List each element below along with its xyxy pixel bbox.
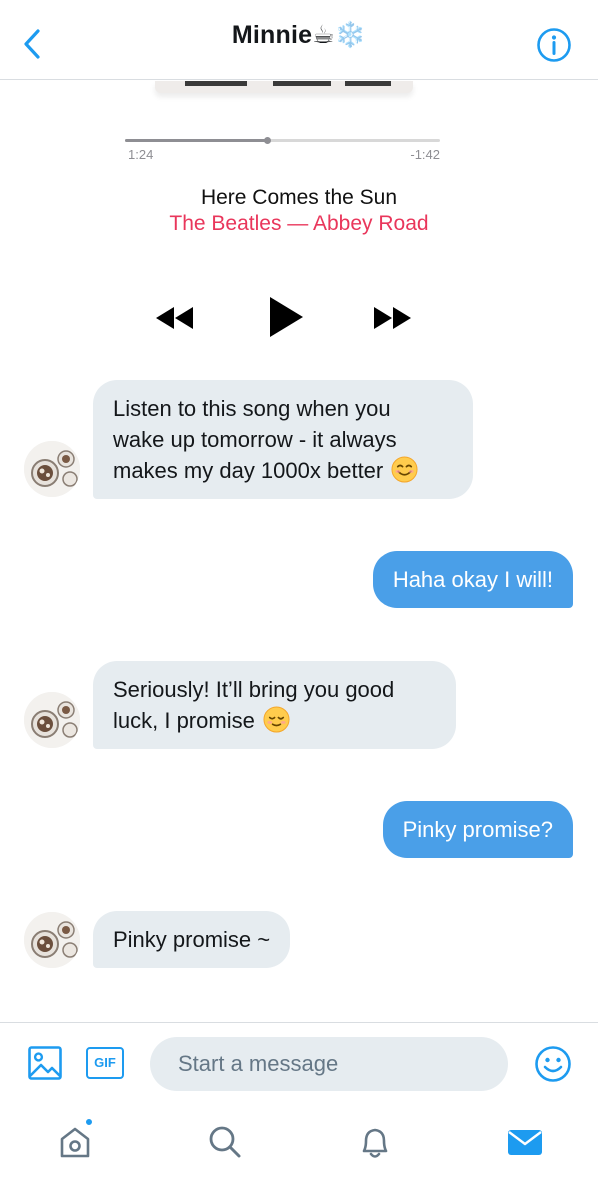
message-line: Seriously! It’ll bring you good [113,677,395,702]
message-text: Pinky promise? [402,817,553,842]
message-line: Listen to this song when you [113,396,391,421]
message-composer: GIF [0,1022,598,1106]
info-icon [537,28,571,62]
message-line: wake up tomorrow - it always [113,427,397,452]
message-text: Haha okay I will! [392,567,553,592]
conversation-header: Minnie☕❄️ [0,0,598,80]
message-bubble-incoming[interactable]: Listen to this song when you wake up tom… [93,380,473,499]
fast-forward-icon [374,307,411,329]
message-bubble-outgoing[interactable]: Pinky promise? [382,801,573,858]
fast-forward-button[interactable] [370,305,414,331]
conversation-title: Minnie☕❄️ [231,21,367,49]
message-bubble-incoming[interactable]: Pinky promise ~ [93,911,291,968]
remaining-time: -1:42 [410,147,440,162]
tab-messages[interactable] [505,1122,545,1162]
emoji-button[interactable] [534,1045,572,1083]
message-input[interactable] [150,1037,508,1091]
playback-progress-fill [125,139,267,142]
rewind-icon [156,307,193,329]
play-button[interactable] [266,295,306,339]
rewind-button[interactable] [153,305,197,331]
image-icon [28,1046,62,1080]
elapsed-time: 1:24 [128,147,154,162]
message-bubble-outgoing[interactable]: Haha okay I will! [372,551,573,608]
home-notification-dot [84,1117,94,1127]
smiling-face-icon [391,456,418,483]
avatar-image [24,441,80,497]
album-artwork [155,81,413,93]
avatar-image [24,692,80,748]
relieved-face-icon [263,706,290,733]
message-line-text: makes my day 1000x better [113,458,384,483]
search-icon [209,1126,241,1158]
message-text: Pinky promise ~ [113,927,271,952]
notifications-icon [362,1128,388,1158]
song-title: Here Comes the Sun [200,186,398,209]
avatar[interactable] [24,692,80,748]
tab-notifications[interactable] [355,1122,395,1162]
home-icon [60,1127,90,1158]
info-button[interactable] [536,27,572,63]
playback-progress-bar[interactable] [125,137,440,144]
gif-button[interactable]: GIF [86,1047,124,1079]
playback-scrubber-handle[interactable] [263,137,271,144]
tab-home[interactable] [55,1122,95,1162]
message-line-text: luck, I promise [113,708,255,733]
emoji-icon [535,1046,571,1082]
message-line: luck, I promise [113,705,436,736]
messages-icon [508,1130,542,1155]
tab-search[interactable] [205,1122,245,1162]
add-photo-button[interactable] [27,1045,63,1081]
message-line: makes my day 1000x better [113,455,453,486]
play-icon [270,297,303,337]
message-bubble-incoming[interactable]: Seriously! It’ll bring you good luck, I … [93,661,456,749]
avatar[interactable] [24,912,80,968]
avatar[interactable] [24,441,80,497]
song-artist-album: The Beatles — Abbey Road [169,212,429,235]
avatar-image [24,912,80,968]
